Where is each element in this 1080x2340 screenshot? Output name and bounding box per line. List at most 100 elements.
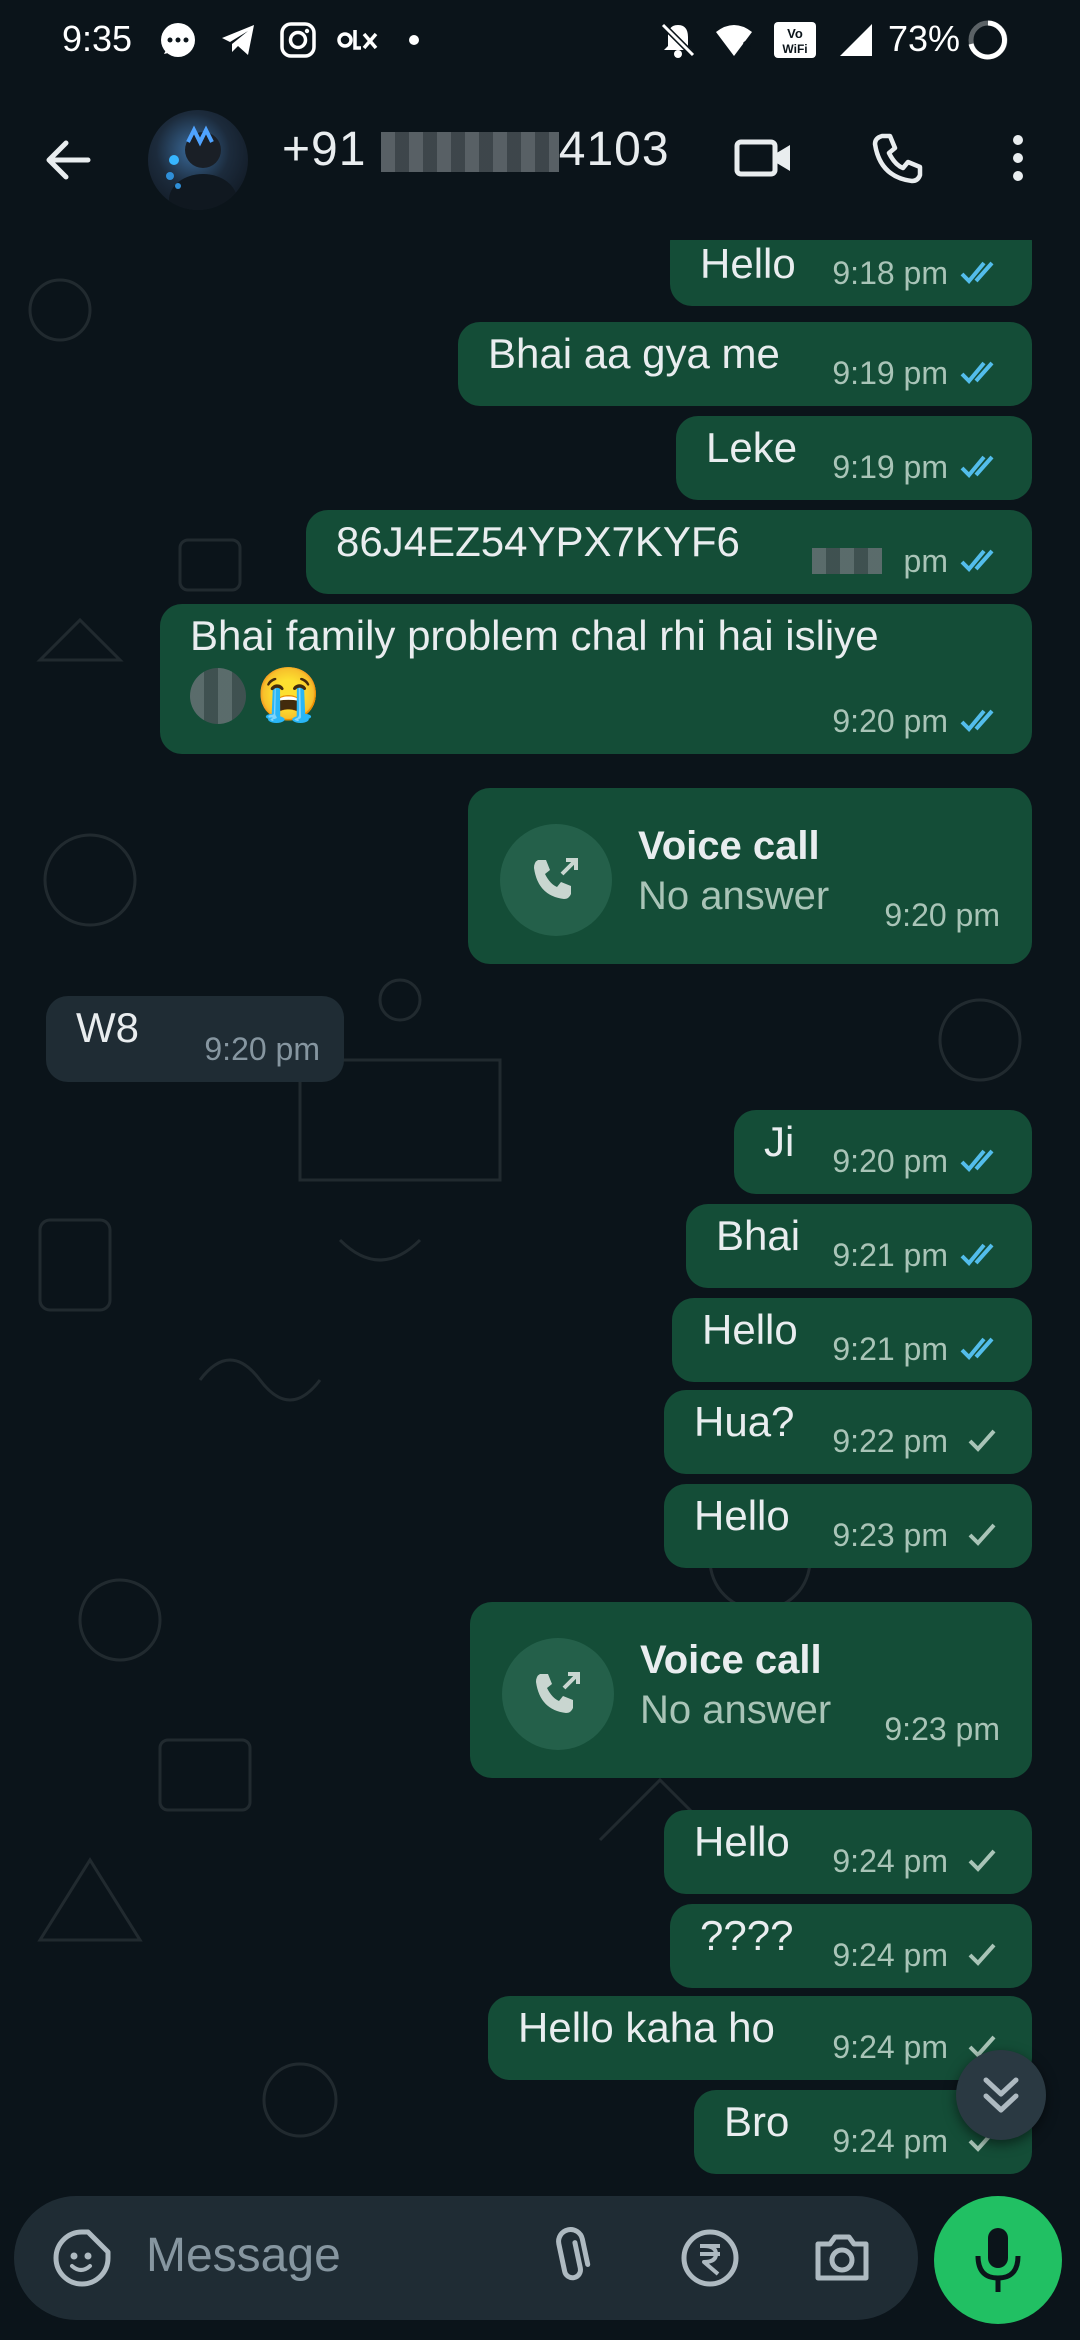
read-ticks-icon xyxy=(960,1337,994,1360)
message-time: 9:21 pm xyxy=(832,1331,948,1367)
read-ticks-icon xyxy=(960,549,994,572)
message-text: Bhai family problem chal rhi hai isliye xyxy=(190,612,879,659)
missed-call-icon xyxy=(536,1672,580,1713)
message-bubble[interactable]: Hua? 9:22 pm xyxy=(664,1390,1032,1474)
redacted-emoji xyxy=(190,668,246,724)
message-text: Bhai aa gya me xyxy=(488,330,780,377)
message-text: Bro xyxy=(724,2098,790,2145)
call-icon-circle xyxy=(500,824,612,936)
sticker-icon[interactable] xyxy=(50,2226,114,2290)
message-bubble[interactable]: ???? 9:24 pm xyxy=(670,1904,1032,1988)
message-time: 9:24 pm xyxy=(832,2029,948,2065)
message-bubble[interactable]: Bhai aa gya me 9:19 pm xyxy=(458,322,1032,406)
status-bar: 9:35 Vo WiFi 73% xyxy=(0,0,1080,80)
message-bubble[interactable]: Hello 9:18 pm xyxy=(670,240,1032,306)
vowifi-icon: VoWiFi xyxy=(774,22,816,58)
camera-icon[interactable] xyxy=(810,2226,874,2290)
telegram-icon xyxy=(222,25,254,55)
message-time: 9:20 pm xyxy=(832,703,948,739)
sent-tick-icon xyxy=(968,1429,996,1452)
message-time: 9:23 pm xyxy=(884,1711,1000,1747)
voice-call-bubble[interactable]: Voice call No answer 9:23 pm xyxy=(470,1602,1032,1778)
message-time: 9:19 pm xyxy=(832,449,948,485)
message-time: 9:20 pm xyxy=(832,1143,948,1179)
phone-icon[interactable] xyxy=(868,128,928,188)
avatar[interactable] xyxy=(148,110,248,210)
message-text: ???? xyxy=(700,1912,794,1959)
redacted-number xyxy=(380,132,559,173)
read-ticks-icon xyxy=(960,261,994,284)
video-call-icon[interactable] xyxy=(732,128,796,188)
contact-prefix: +91 xyxy=(282,123,367,176)
mic-icon xyxy=(975,2228,1021,2292)
message-time: 9:24 pm xyxy=(832,1937,948,1973)
message-time: 9:22 pm xyxy=(832,1423,948,1459)
chat-area[interactable]: Hello 9:18 pm Bhai aa gya me 9:19 pm Lek… xyxy=(0,240,1080,2190)
svg-text:Vo: Vo xyxy=(787,26,803,41)
call-title: Voice call xyxy=(638,824,820,868)
message-bubble[interactable]: Bhai family problem chal rhi hai isliye … xyxy=(160,604,1032,754)
read-ticks-icon xyxy=(960,1243,994,1266)
message-composer: Message xyxy=(14,2196,918,2320)
message-text: Hello kaha ho xyxy=(518,2004,775,2051)
read-ticks-icon xyxy=(960,1149,994,1172)
wifi-icon xyxy=(716,25,752,56)
message-text: Hello xyxy=(700,240,796,287)
call-icon-circle xyxy=(502,1638,614,1750)
sent-tick-icon xyxy=(968,1523,996,1546)
redacted-time xyxy=(812,548,882,574)
sent-tick-icon xyxy=(968,1943,996,1966)
message-text: Hello xyxy=(702,1306,798,1353)
chat-header: +91 4103 xyxy=(0,80,1080,240)
mic-button[interactable] xyxy=(934,2196,1062,2324)
message-time: 9:21 pm xyxy=(832,1237,948,1273)
incoming-message-bubble[interactable]: W8 9:20 pm xyxy=(46,996,344,1082)
dot-icon xyxy=(409,35,419,45)
message-text: 86J4EZ54YPX7KYF6 xyxy=(336,518,740,565)
chat-bubble-icon xyxy=(161,23,195,57)
message-bubble[interactable]: Hello 9:21 pm xyxy=(672,1298,1032,1382)
message-text: W8 xyxy=(76,1004,139,1051)
message-bubble[interactable]: Leke 9:19 pm xyxy=(676,416,1032,500)
sent-tick-icon xyxy=(968,1849,996,1872)
message-bubble[interactable]: Bhai 9:21 pm xyxy=(686,1204,1032,1288)
olx-icon xyxy=(337,30,378,50)
rupee-icon[interactable] xyxy=(678,2226,742,2290)
message-text: Hello xyxy=(694,1492,790,1539)
message-text: Hello xyxy=(694,1818,790,1865)
call-status: No answer xyxy=(640,1688,832,1732)
message-bubble[interactable]: 86J4EZ54YPX7KYF6 pm xyxy=(306,510,1032,594)
attach-icon[interactable] xyxy=(538,2226,602,2290)
contact-suffix: 4103 xyxy=(558,123,670,176)
message-time: 9:24 pm xyxy=(832,2123,948,2159)
battery-icon xyxy=(968,20,1008,60)
message-bubble[interactable]: Hello 9:24 pm xyxy=(664,1810,1032,1894)
call-status: No answer xyxy=(638,874,830,918)
message-bubble[interactable]: Ji 9:20 pm xyxy=(734,1110,1032,1194)
more-vert-icon[interactable] xyxy=(1000,128,1036,188)
message-time: 9:18 pm xyxy=(832,255,948,291)
battery-percent: 73% xyxy=(888,18,961,59)
message-bubble[interactable]: Hello 9:23 pm xyxy=(664,1484,1032,1568)
voice-call-bubble[interactable]: Voice call No answer 9:20 pm xyxy=(468,788,1032,964)
message-time: 9:20 pm xyxy=(884,897,1000,933)
message-time: 9:23 pm xyxy=(832,1517,948,1553)
call-title: Voice call xyxy=(640,1638,822,1682)
avatar-image xyxy=(166,125,237,210)
message-input[interactable]: Message xyxy=(146,2228,341,2283)
message-time: 9:24 pm xyxy=(832,1843,948,1879)
svg-text:WiFi: WiFi xyxy=(782,42,807,56)
scroll-to-bottom-button[interactable] xyxy=(956,2050,1046,2140)
message-time: 9:20 pm xyxy=(204,1031,320,1067)
status-time: 9:35 xyxy=(62,18,133,59)
message-bubble[interactable]: Hello kaha ho 9:24 pm xyxy=(488,1996,1032,2080)
message-time: 9:19 pm xyxy=(832,355,948,391)
instagram-icon xyxy=(280,22,316,58)
back-arrow-icon[interactable] xyxy=(38,130,98,190)
contact-name[interactable]: +91 4103 xyxy=(282,122,670,177)
mute-icon xyxy=(659,21,697,59)
read-ticks-icon xyxy=(960,361,994,384)
message-time: pm xyxy=(903,543,948,579)
crying-emoji: 😭 xyxy=(256,666,321,724)
signal-icon xyxy=(840,24,872,56)
